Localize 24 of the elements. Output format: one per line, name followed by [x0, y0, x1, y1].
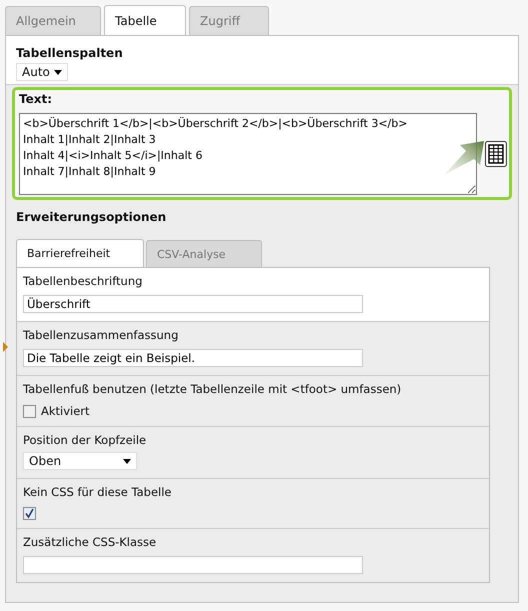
caret-icon: [123, 458, 131, 464]
input-field[interactable]: Die Tabelle zeigt ein Beispiel.: [23, 349, 363, 367]
caret-icon: [54, 70, 62, 74]
section-title: Erweiterungsoptionen: [16, 210, 166, 224]
field-label: Tabellenfuß benutzen (letzte Tabellenzeile mit <tfoot> umfassen): [23, 382, 402, 396]
field-label: Position der Kopfzeile: [23, 433, 146, 447]
tab[interactable]: Tabelle: [104, 5, 186, 35]
arrow-icon: [444, 141, 484, 175]
checkbox[interactable]: [23, 507, 36, 520]
input-field[interactable]: [23, 556, 363, 574]
input-field[interactable]: Überschrift: [23, 295, 363, 313]
position-select[interactable]: Oben: [23, 452, 137, 470]
field-label: Text:: [19, 92, 52, 106]
field-label: Kein CSS für diese Tabelle: [23, 485, 172, 499]
columns-select[interactable]: Auto: [16, 63, 68, 81]
tab[interactable]: Barrierefreiheit: [16, 239, 144, 267]
checkbox[interactable]: [23, 404, 36, 418]
checkbox-label: Aktiviert: [41, 404, 90, 418]
text-area[interactable]: <b>Überschrift 1</b>|<b>Überschrift 2</b>|<b>Überschrift 3</b> Inhalt 1|Inhalt 2|Inhalt 3 Inhalt 4|<i>Inhalt 5</i>|Inhalt 6 Inhalt 7|Inhalt 8|Inhalt 9: [19, 113, 478, 195]
field-label: Tabellenspalten: [16, 46, 123, 60]
field-label: Tabellenbeschriftung: [23, 274, 142, 288]
table-icon[interactable]: [485, 141, 507, 167]
field-label: Tabellenzusammenfassung: [23, 328, 178, 342]
field-label: Zusätzliche CSS-Klasse: [23, 535, 156, 549]
